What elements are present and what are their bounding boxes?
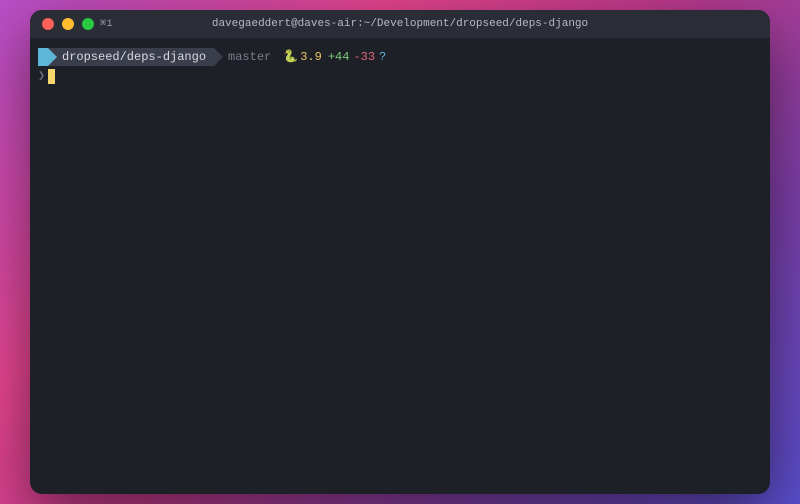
branch-segment: master [214,48,277,66]
prompt-line: dropseed/deps-django master 🐍 3.9 +44 -3… [38,48,762,66]
terminal-window: ⌘1 davegaeddert@daves-air:~/Development/… [30,10,770,494]
terminal-body[interactable]: dropseed/deps-django master 🐍 3.9 +44 -3… [30,38,770,494]
tab-shortcut: ⌘1 [100,18,113,30]
titlebar: ⌘1 davegaeddert@daves-air:~/Development/… [30,10,770,38]
apple-segment [38,48,48,66]
python-version: 3.9 [300,48,322,66]
path-text: dropseed/deps-django [62,48,206,66]
input-line[interactable]: ❯ [38,67,762,85]
path-segment: dropseed/deps-django [48,48,214,66]
maximize-button[interactable] [82,18,94,30]
git-untracked: ? [379,48,386,66]
minimize-button[interactable] [62,18,74,30]
branch-text: master [228,48,271,66]
window-title: davegaeddert@daves-air:~/Development/dro… [212,18,588,30]
close-button[interactable] [42,18,54,30]
prompt-char: ❯ [38,67,45,85]
git-added: +44 [328,48,350,66]
traffic-lights [30,18,94,30]
python-icon: 🐍 [283,48,298,66]
git-deleted: -33 [353,48,375,66]
cursor [48,69,55,84]
